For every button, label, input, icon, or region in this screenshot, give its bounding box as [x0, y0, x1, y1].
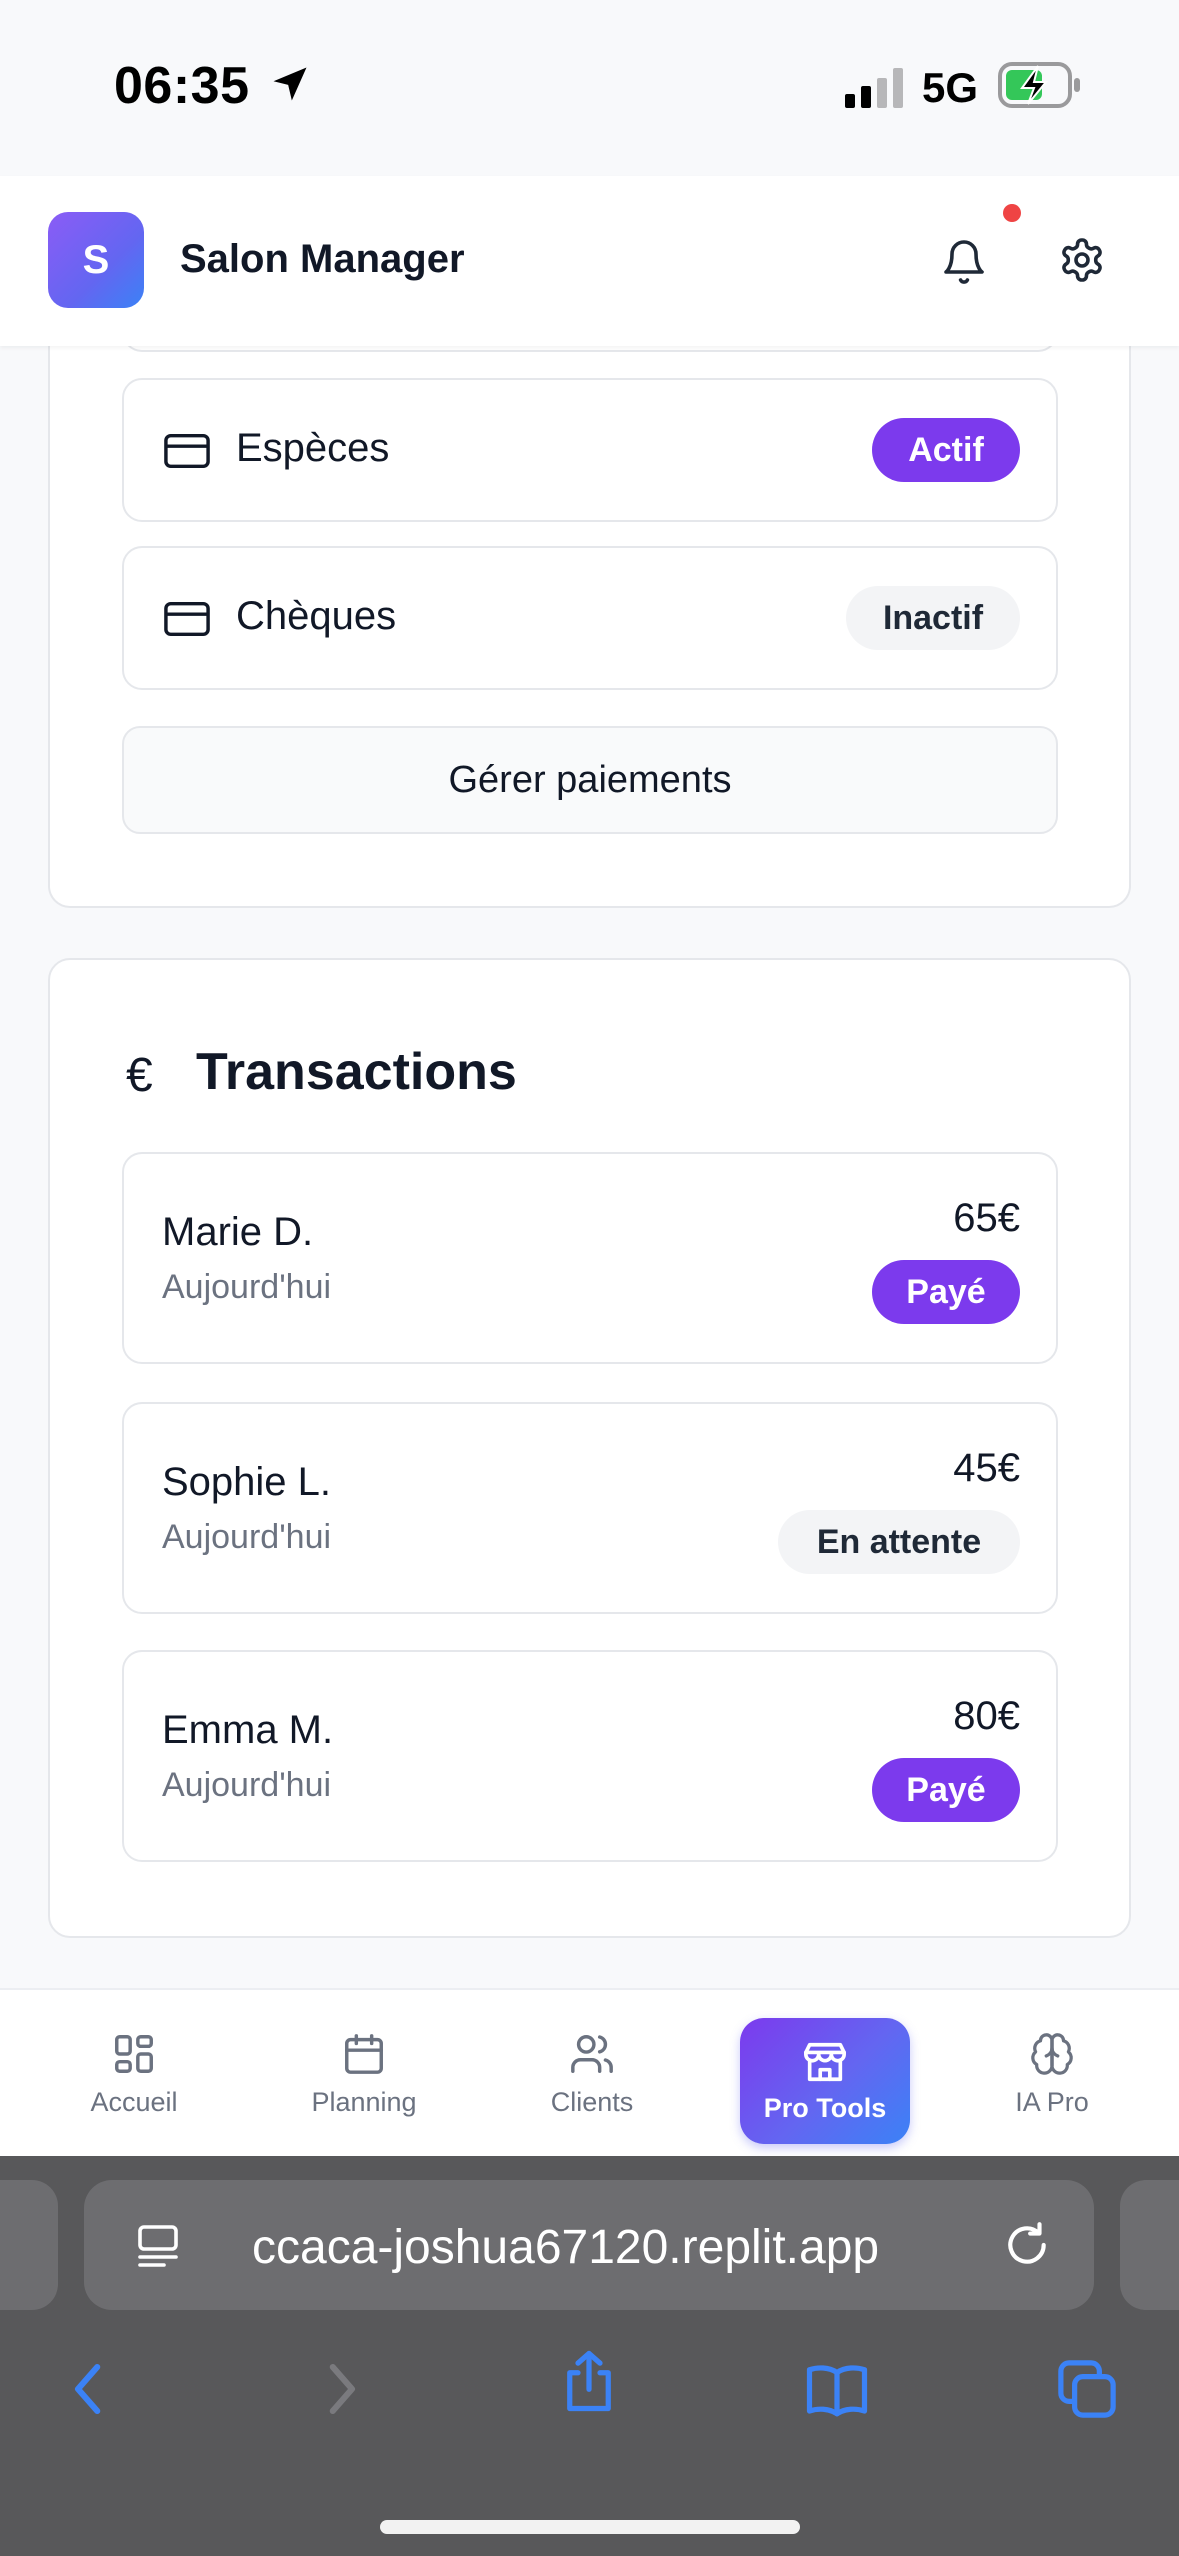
- nav-label: Planning: [311, 2086, 417, 2117]
- tabs-icon[interactable]: [1054, 2356, 1120, 2422]
- payment-method-label: Chèques: [236, 594, 397, 638]
- home-indicator[interactable]: [380, 2520, 800, 2534]
- share-icon[interactable]: [556, 2348, 622, 2414]
- status-badge: Payé: [872, 1758, 1020, 1822]
- status-badge[interactable]: Actif: [872, 418, 1020, 482]
- battery-charging-icon: [998, 62, 1080, 108]
- nav-label: Accueil: [90, 2086, 178, 2117]
- client-name: Marie D.: [162, 1210, 314, 1254]
- transaction-amount: 65€: [953, 1196, 1020, 1240]
- status-bar: 06:35 5G: [0, 0, 1179, 176]
- bell-icon[interactable]: [940, 236, 988, 288]
- transaction-row[interactable]: Emma M. Aujourd'hui 80€ Payé: [122, 1650, 1058, 1862]
- transaction-row[interactable]: Marie D. Aujourd'hui 65€ Payé: [122, 1152, 1058, 1364]
- app-header: S Salon Manager: [0, 176, 1179, 346]
- transactions-title: Transactions: [196, 1043, 517, 1101]
- nav-item-accueil[interactable]: Accueil: [54, 1990, 214, 2158]
- grid-icon: [115, 2034, 153, 2073]
- reload-icon[interactable]: [1002, 2220, 1052, 2270]
- page-menu-icon[interactable]: [134, 2221, 182, 2269]
- manage-payments-button[interactable]: Gérer paiements: [122, 726, 1058, 834]
- back-icon[interactable]: [56, 2356, 122, 2422]
- nav-label: Clients: [550, 2086, 634, 2117]
- transaction-amount: 45€: [953, 1446, 1020, 1490]
- address-bar[interactable]: ccaca-joshua67120.replit.app: [84, 2180, 1094, 2310]
- calendar-icon: [345, 2033, 383, 2074]
- payment-method-especes[interactable]: Espèces Actif: [122, 378, 1058, 522]
- transaction-date: Aujourd'hui: [162, 1268, 332, 1306]
- status-badge: En attente: [778, 1510, 1020, 1574]
- previous-tab-preview[interactable]: [0, 2180, 58, 2310]
- credit-card-icon: [164, 601, 210, 637]
- transaction-amount: 80€: [953, 1694, 1020, 1738]
- bookmarks-icon[interactable]: [804, 2356, 870, 2422]
- euro-icon: €: [126, 1049, 153, 1102]
- app-logo[interactable]: S: [48, 212, 144, 308]
- nav-item-ia-pro[interactable]: IA Pro: [972, 1990, 1132, 2158]
- nav-item-planning[interactable]: Planning: [284, 1990, 444, 2158]
- location-arrow-icon: [273, 67, 307, 101]
- nav-item-clients[interactable]: Clients: [512, 1990, 672, 2158]
- client-name: Emma M.: [162, 1708, 334, 1752]
- network-type: 5G: [922, 64, 979, 111]
- transaction-date: Aujourd'hui: [162, 1518, 332, 1556]
- next-tab-preview[interactable]: [1120, 2180, 1179, 2310]
- credit-card-icon: [164, 433, 210, 469]
- nav-label: Pro Tools: [763, 2092, 887, 2123]
- transaction-row[interactable]: Sophie L. Aujourd'hui 45€ En attente: [122, 1402, 1058, 1614]
- signal-icon: [845, 68, 903, 108]
- url-text[interactable]: ccaca-joshua67120.replit.app: [252, 2220, 879, 2275]
- forward-icon[interactable]: [308, 2356, 374, 2422]
- bottom-nav: Accueil Planning Clients Pro Tools IA Pr…: [0, 1988, 1179, 2156]
- notification-dot: [1003, 204, 1021, 222]
- nav-item-pro-tools[interactable]: Pro Tools: [740, 2018, 910, 2144]
- brain-icon: [1031, 2032, 1073, 2075]
- users-icon: [571, 2034, 613, 2073]
- store-icon: [804, 2042, 846, 2081]
- payment-method-label: Espèces: [236, 426, 390, 470]
- payment-method-cheques[interactable]: Chèques Inactif: [122, 546, 1058, 690]
- status-badge[interactable]: Inactif: [846, 586, 1020, 650]
- status-badge: Payé: [872, 1260, 1020, 1324]
- browser-toolbar: ccaca-joshua67120.replit.app: [0, 2156, 1179, 2556]
- gear-icon[interactable]: [1058, 236, 1106, 284]
- nav-label: IA Pro: [1015, 2086, 1089, 2117]
- app-title: Salon Manager: [180, 237, 465, 281]
- transaction-date: Aujourd'hui: [162, 1766, 332, 1804]
- client-name: Sophie L.: [162, 1460, 332, 1504]
- status-time: 06:35: [114, 57, 250, 115]
